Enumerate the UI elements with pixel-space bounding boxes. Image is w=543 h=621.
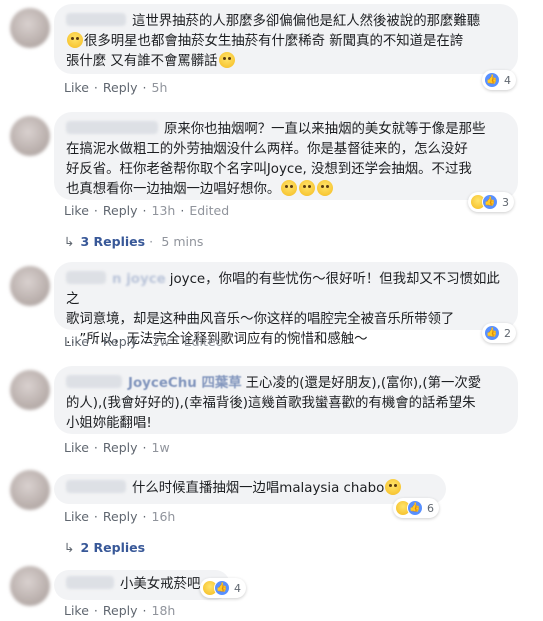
avatar[interactable]: [10, 8, 50, 48]
reaction-summary[interactable]: 👍 3: [468, 192, 514, 212]
comment-bubble: 這世界抽菸的人那麼多卻偏偏他是紅人然後被說的那麼難聽 很多明星也都會抽菸女生抽菸…: [54, 4, 518, 74]
laughing-emoji-icon: [281, 180, 298, 196]
avatar[interactable]: [10, 370, 50, 410]
comment-timestamp[interactable]: 1w: [152, 334, 170, 349]
author-name[interactable]: [66, 375, 122, 388]
comment-bubble: n joyce joyce，你唱的有些忧伤～很好听！但我却又不习惯如此之 歌词意境…: [54, 262, 518, 347]
comment-actions: Like · Reply · 16h: [64, 509, 176, 524]
edited-label[interactable]: Edited: [184, 334, 224, 349]
like-reaction-icon: 👍: [484, 72, 500, 88]
author-name[interactable]: [66, 121, 158, 134]
author-name[interactable]: [66, 13, 126, 26]
comment-bubble: 原来你也抽烟啊？一直以来抽烟的美女就等于像是那些 在搞泥水做粗工的外劳抽烟没什么…: [54, 112, 518, 200]
reaction-count: 6: [427, 501, 434, 515]
reply-button[interactable]: Reply: [103, 509, 138, 524]
reaction-summary[interactable]: 👍 2: [482, 323, 516, 343]
like-button[interactable]: Like: [64, 80, 89, 95]
reply-button[interactable]: Reply: [103, 334, 138, 349]
comment-timestamp[interactable]: 13h: [152, 203, 176, 218]
comment-actions: Like · Reply · 18h: [64, 603, 176, 618]
reply-button[interactable]: Reply: [103, 203, 138, 218]
like-reaction-icon: 👍: [214, 580, 230, 596]
reaction-summary[interactable]: 👍 4: [482, 70, 516, 90]
reaction-count: 3: [502, 195, 509, 209]
comment-text-line: 原来你也抽烟啊？一直以来抽烟的美女就等于像是那些: [164, 122, 486, 137]
comment-bubble: 什么时候直播抽烟一边唱malaysia chabo: [54, 474, 446, 504]
comment-timestamp[interactable]: 16h: [152, 509, 176, 524]
comment-text-line: 小姐妳能翻唱!: [66, 416, 152, 431]
comment-timestamp[interactable]: 1w: [152, 440, 170, 455]
comment-actions: Like · Reply · 1w: [64, 440, 170, 455]
laughing-emoji-icon: [317, 180, 334, 196]
like-button[interactable]: Like: [64, 440, 89, 455]
reaction-summary[interactable]: 👍 6: [393, 498, 439, 518]
smile-emoji-icon: [67, 32, 83, 48]
reply-arrow-icon: ↳: [64, 234, 75, 249]
comment-timestamp[interactable]: 18h: [152, 603, 176, 618]
author-name[interactable]: [66, 480, 126, 493]
comment-text-line: 小美女戒菸吧: [120, 577, 201, 592]
reply-button[interactable]: Reply: [103, 80, 138, 95]
replies-timestamp: 5 mins: [161, 234, 204, 249]
avatar[interactable]: [10, 266, 50, 306]
reaction-count: 2: [504, 326, 511, 340]
smile-emoji-icon: [218, 52, 235, 68]
replies-count[interactable]: 3 Replies: [80, 234, 145, 249]
edited-label[interactable]: Edited: [189, 203, 229, 218]
avatar[interactable]: [10, 470, 50, 510]
comment-text-line: 很多明星也都會抽菸女生抽菸有什麼稀奇 新聞真的不知道是在誇: [84, 34, 464, 49]
reply-arrow-icon: ↳: [64, 540, 75, 555]
comment-text-line: 張什麼 又有誰不會罵髒話: [66, 54, 218, 69]
comment-actions: Like · Reply · 13h · Edited: [64, 203, 230, 218]
reply-button[interactable]: Reply: [103, 603, 138, 618]
comment-text-line: 也真想看你一边抽烟一边唱好想你。: [66, 182, 281, 197]
comment-actions: Like · Reply · 5h: [64, 80, 168, 95]
rofl-emoji-icon: [385, 479, 402, 495]
view-replies-link[interactable]: ↳ 3 Replies · 5 mins: [64, 234, 203, 249]
like-reaction-icon: 👍: [482, 194, 498, 210]
reply-button[interactable]: Reply: [103, 440, 138, 455]
comment-actions: Like · Reply · 1w · Edited: [64, 334, 224, 349]
laughing-emoji-icon: [299, 180, 316, 196]
comment-timestamp[interactable]: 5h: [152, 80, 168, 95]
comment-text-line: 王心凌的(還是好朋友),(富你),(第一次愛: [245, 376, 482, 391]
reaction-count: 4: [504, 73, 511, 87]
like-button[interactable]: Like: [64, 334, 89, 349]
like-button[interactable]: Like: [64, 509, 89, 524]
reaction-summary[interactable]: 👍 4: [200, 578, 246, 598]
author-name[interactable]: [66, 576, 114, 589]
reaction-count: 4: [234, 581, 241, 595]
author-name-text[interactable]: n joyce: [112, 272, 166, 287]
like-reaction-icon: 👍: [407, 500, 423, 516]
view-replies-link[interactable]: ↳ 2 Replies: [64, 540, 145, 555]
author-name[interactable]: [66, 271, 106, 284]
replies-count[interactable]: 2 Replies: [80, 540, 145, 555]
comment-bubble: JoyceChu 四葉草 王心凌的(還是好朋友),(富你),(第一次愛 的人),(…: [54, 366, 518, 434]
comment-text-line: 什么时候直播抽烟一边唱malaysia chabo: [132, 481, 385, 496]
comment-text-line: 好反省。枉你老爸帮你取个名字叫Joyce, 没想到还学会抽烟。不过我: [66, 162, 472, 177]
like-button[interactable]: Like: [64, 603, 89, 618]
comment-text-line: 這世界抽菸的人那麼多卻偏偏他是紅人然後被說的那麼難聽: [132, 14, 481, 29]
avatar[interactable]: [10, 566, 50, 606]
like-button[interactable]: Like: [64, 203, 89, 218]
avatar[interactable]: [10, 116, 50, 156]
author-name-text[interactable]: JoyceChu 四葉草: [128, 376, 242, 391]
comment-text-line: 的人),(我會好好的),(幸福背後)這幾首歌我蠻喜歡的有機會的話希望朱: [66, 396, 476, 411]
comment-text-line: 歌词意境，却是这种曲风音乐～你这样的唱腔完全被音乐所带领了: [66, 312, 455, 327]
comment-text-line: 在搞泥水做粗工的外劳抽烟没什么两样。你是基督徒来的，怎么没好: [66, 142, 468, 157]
like-reaction-icon: 👍: [484, 325, 500, 341]
